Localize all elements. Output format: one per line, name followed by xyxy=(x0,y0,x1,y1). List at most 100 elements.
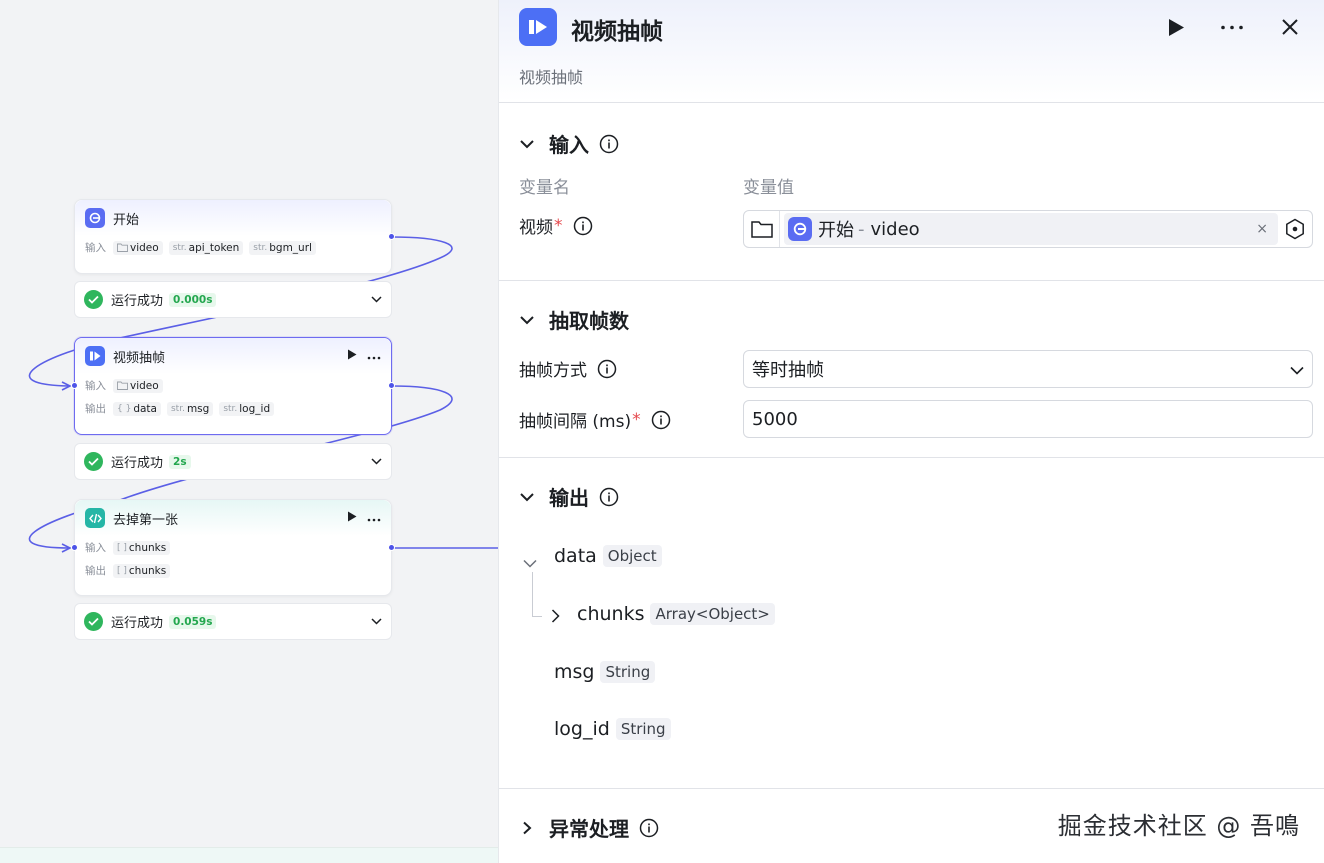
column-header-value: 变量值 xyxy=(743,178,794,198)
workflow-canvas[interactable]: 开始 输入 video str. api_token str. bgm_url … xyxy=(0,0,498,863)
reference-node: 开始 xyxy=(818,220,854,241)
field-type: Object xyxy=(602,545,662,567)
output-port[interactable] xyxy=(388,544,395,551)
section-output-header[interactable]: 输出 xyxy=(519,482,619,511)
more-icon[interactable] xyxy=(367,349,381,363)
node-remove-first[interactable]: 去掉第一张 输入 [ ] chunks 输出 [ ] chunks xyxy=(71,499,395,596)
play-icon[interactable] xyxy=(1163,14,1189,40)
info-icon[interactable] xyxy=(573,216,593,236)
chevron-down-icon[interactable] xyxy=(519,139,535,149)
chevron-right-icon[interactable] xyxy=(519,821,535,835)
label-text: 抽帧方式 xyxy=(519,361,587,381)
var-name: chunks xyxy=(128,541,167,554)
status-label: 运行成功 xyxy=(111,456,164,471)
var-tag: [ ] chunks xyxy=(113,540,171,555)
section-input-header[interactable]: 输入 xyxy=(519,129,619,158)
required-mark: * xyxy=(554,215,563,236)
info-icon[interactable] xyxy=(599,487,619,507)
clear-icon[interactable]: × xyxy=(1256,221,1268,237)
info-icon[interactable] xyxy=(651,410,671,430)
chevron-down-icon[interactable] xyxy=(371,614,382,629)
more-icon[interactable] xyxy=(1219,14,1245,40)
node-start[interactable]: 开始 输入 video str. api_token str. bgm_url xyxy=(74,199,395,274)
node-video-frame[interactable]: 视频抽帧 输入 video 输出 { } data str. msg str. … xyxy=(71,337,395,435)
node-video-frame-header: 视频抽帧 xyxy=(75,338,391,374)
io-label: 输入 xyxy=(85,380,106,392)
folder-icon[interactable] xyxy=(744,211,780,247)
status-label: 运行成功 xyxy=(111,616,164,631)
panel-description[interactable]: 视频抽帧 xyxy=(519,64,583,88)
node-io-row: 输出 [ ] chunks xyxy=(75,559,391,582)
field-type: String xyxy=(600,661,656,683)
section-divider xyxy=(499,280,1324,281)
node-remove-first-header: 去掉第一张 xyxy=(75,500,391,536)
info-icon[interactable] xyxy=(597,359,617,379)
var-name: video xyxy=(130,379,159,392)
type-prefix: [ ] xyxy=(117,565,127,576)
variable-picker-icon[interactable] xyxy=(1278,218,1312,240)
more-icon[interactable] xyxy=(367,511,381,525)
start-icon xyxy=(85,208,105,228)
status-time: 0.059s xyxy=(169,614,217,629)
reference-chip[interactable]: 开始 - video × xyxy=(784,213,1278,245)
success-check-icon xyxy=(84,290,103,309)
io-label: 输出 xyxy=(85,565,106,577)
output-field-msg[interactable]: msg String xyxy=(554,661,656,683)
node-remove-first-status[interactable]: 运行成功 0.059s xyxy=(74,603,392,640)
chevron-down-icon[interactable] xyxy=(523,553,537,572)
status-time: 2s xyxy=(169,454,191,469)
watermark: 掘金技术社区 @ 吾鳴 xyxy=(1057,812,1300,840)
node-video-frame-status[interactable]: 运行成功 2s xyxy=(74,443,392,480)
type-prefix: { } xyxy=(117,403,132,414)
output-port[interactable] xyxy=(388,233,395,240)
var-name: msg xyxy=(186,402,210,415)
info-icon[interactable] xyxy=(639,818,659,838)
io-label: 输出 xyxy=(85,403,106,415)
success-check-icon xyxy=(84,612,103,631)
frame-interval-input[interactable]: 5000 xyxy=(743,400,1313,438)
field-label-interval: 抽帧间隔 (ms) * xyxy=(519,407,671,432)
close-icon[interactable] xyxy=(1277,14,1303,40)
status-time: 0.000s xyxy=(169,292,217,307)
folder-icon xyxy=(117,381,128,390)
output-port[interactable] xyxy=(388,382,395,389)
section-title: 异常处理 xyxy=(549,817,629,841)
field-label-video: 视频 * xyxy=(519,213,593,238)
output-field-chunks[interactable]: chunks Array<Object> xyxy=(577,603,775,625)
play-icon[interactable] xyxy=(347,349,357,363)
chevron-down-icon[interactable] xyxy=(519,315,535,325)
start-icon xyxy=(788,217,812,241)
var-tag: str. bgm_url xyxy=(249,240,316,255)
node-start-status[interactable]: 运行成功 0.000s xyxy=(74,281,392,318)
frame-mode-select[interactable]: 等时抽帧 xyxy=(743,350,1313,388)
folder-icon xyxy=(117,243,128,252)
input-value: 5000 xyxy=(752,408,798,430)
chevron-down-icon[interactable] xyxy=(519,492,535,502)
field-name: data xyxy=(554,545,597,567)
chevron-right-icon[interactable] xyxy=(551,608,560,627)
field-name: log_id xyxy=(554,718,610,740)
tree-guide-line xyxy=(532,572,533,616)
play-icon[interactable] xyxy=(347,511,357,525)
input-port[interactable] xyxy=(71,382,78,389)
output-field-data[interactable]: data Object xyxy=(554,545,662,567)
type-prefix: str. xyxy=(223,403,238,414)
video-reference-field[interactable]: 开始 - video × xyxy=(743,210,1313,248)
node-io-row: 输入 video xyxy=(75,374,391,397)
section-error-header[interactable]: 异常处理 xyxy=(519,813,659,842)
info-icon[interactable] xyxy=(599,134,619,154)
chevron-down-icon[interactable] xyxy=(371,292,382,307)
var-name: video xyxy=(130,241,159,254)
video-frame-icon xyxy=(85,346,105,366)
node-io-row: 输出 { } data str. msg str. log_id xyxy=(75,397,391,420)
node-config-panel: 视频抽帧 视频抽帧 输入 变量名 变量值 视频 * 开始 - video × 抽… xyxy=(498,0,1324,863)
node-io-row: 输入 [ ] chunks xyxy=(75,536,391,559)
section-divider xyxy=(499,457,1324,458)
output-field-log-id[interactable]: log_id String xyxy=(554,718,671,740)
io-label: 输入 xyxy=(85,242,106,254)
select-value: 等时抽帧 xyxy=(752,360,824,381)
section-frames-header[interactable]: 抽取帧数 xyxy=(519,305,629,334)
required-mark: * xyxy=(632,409,641,430)
input-port[interactable] xyxy=(71,544,78,551)
chevron-down-icon[interactable] xyxy=(371,454,382,469)
